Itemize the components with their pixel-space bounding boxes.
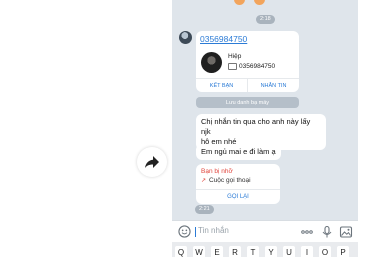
save-contact-button[interactable]: Lưu danh bạ máy xyxy=(196,97,299,108)
right-blank-panel xyxy=(358,0,374,257)
key-w[interactable]: W xyxy=(193,246,205,257)
missed-call-icon: ↗ xyxy=(201,178,207,184)
forward-arrow-icon xyxy=(145,156,159,168)
message-text-line: Chị nhắn tin qua cho anh này lấy njk xyxy=(201,117,311,136)
key-e[interactable]: E xyxy=(211,246,223,257)
emoji-icon xyxy=(254,0,265,5)
message-composer: Tin nhắn xyxy=(172,220,358,242)
sender-avatar[interactable] xyxy=(179,31,192,44)
missed-call-card[interactable]: Bạn bị nhỡ ↗ Cuộc gọi thoại GỌI LẠI xyxy=(196,164,280,204)
timestamp-bottom: 2:21 xyxy=(195,205,214,214)
key-r[interactable]: R xyxy=(229,246,241,257)
contact-card-actions: KẾT BẠN NHẮN TIN xyxy=(196,78,299,92)
keyboard: Q W E R T Y U I O P xyxy=(172,242,358,257)
message-input[interactable]: Tin nhắn xyxy=(198,226,229,235)
forward-button[interactable] xyxy=(137,147,167,177)
missed-call-label: Bạn bị nhỡ xyxy=(201,168,233,175)
chat-area[interactable]: 2:18 0356984750 Hiệp 0356984750 KẾT BẠN … xyxy=(172,0,358,220)
key-t[interactable]: T xyxy=(247,246,259,257)
key-y[interactable]: Y xyxy=(265,246,277,257)
image-icon[interactable] xyxy=(339,225,353,239)
left-blank-panel xyxy=(0,0,172,257)
microphone-icon[interactable] xyxy=(320,225,334,239)
key-q[interactable]: Q xyxy=(175,246,187,257)
emoji-icon xyxy=(234,0,245,5)
key-o[interactable]: O xyxy=(319,246,331,257)
reaction-emoji-row xyxy=(232,0,272,5)
sticker-icon[interactable] xyxy=(178,225,191,238)
voice-call-label: Cuộc gọi thoại xyxy=(209,177,251,184)
key-u[interactable]: U xyxy=(283,246,295,257)
contact-number: 0356984750 xyxy=(239,63,276,70)
more-icon[interactable] xyxy=(300,225,314,239)
contact-name: Hiệp xyxy=(228,53,242,60)
message-text: Em ngủ mai e đi làm ạ xyxy=(201,147,276,156)
timestamp-top: 2:18 xyxy=(256,15,275,24)
text-cursor xyxy=(195,227,196,237)
contact-card-profile[interactable]: Hiệp 0356984750 xyxy=(197,47,298,77)
contact-phone-link[interactable]: 0356984750 xyxy=(200,34,247,44)
add-friend-button[interactable]: KẾT BẠN xyxy=(196,79,247,92)
key-i[interactable]: I xyxy=(301,246,313,257)
id-card-icon xyxy=(228,63,237,70)
message-bubble[interactable]: Em ngủ mai e đi làm ạ xyxy=(196,144,281,160)
key-p[interactable]: P xyxy=(337,246,349,257)
call-back-button[interactable]: GỌI LẠI xyxy=(196,189,280,204)
message-button[interactable]: NHẮN TIN xyxy=(247,79,299,92)
contact-card[interactable]: 0356984750 Hiệp 0356984750 KẾT BẠN NHẮN … xyxy=(196,31,299,92)
contact-avatar xyxy=(201,52,222,73)
